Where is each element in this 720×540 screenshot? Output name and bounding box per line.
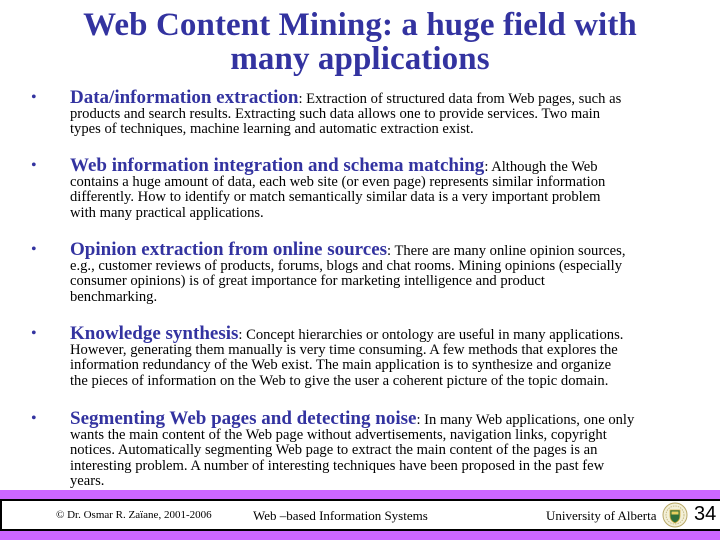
body-line: e.g., customer reviews of products, foru… [70, 258, 623, 274]
university-crest-icon [662, 502, 688, 528]
bullet-body: contains a huge amount of data, each web… [70, 174, 710, 221]
body-line: interesting problem. A number of interes… [70, 457, 605, 474]
bullet-body: However, generating them manually is ver… [70, 342, 710, 389]
slide-title: Web Content Mining: a huge field with ma… [0, 8, 720, 76]
body-line: contains a huge amount of data, each web… [70, 174, 606, 190]
bullet-lead: : In many Web applications, one only [416, 412, 635, 428]
page-number: 34 [694, 503, 717, 525]
body-line: However, generating them manually is ver… [70, 342, 618, 358]
body-line: products and search results. Extracting … [70, 106, 601, 122]
bullet-lead: : Although the Web [484, 159, 598, 175]
bullet-lead: : Extraction of structured data from Web… [298, 91, 622, 107]
footer-university: University of Alberta [546, 508, 657, 523]
bullet-dot-icon: • [31, 325, 37, 342]
bullet-heading: Knowledge synthesis [70, 323, 239, 344]
bullet-dot-icon: • [31, 157, 37, 174]
bullet-heading: Segmenting Web pages and detecting noise [70, 408, 417, 429]
bullet-body: wants the main content of the Web page w… [70, 427, 710, 489]
footer-bottom-bar [0, 529, 720, 540]
body-line: with many practical applications. [70, 204, 264, 221]
bullet-lead: : There are many online opinion sources, [387, 243, 626, 259]
footer-copyright: © Dr. Osmar R. Zaïane, 2001-2006 [56, 509, 212, 521]
bullet-heading: Web information integration and schema m… [70, 155, 485, 176]
body-line: wants the main content of the Web page w… [70, 427, 607, 443]
body-line: information redundancy of the Web exist.… [70, 357, 612, 374]
bullet-dot-icon: • [31, 89, 37, 106]
bullet-heading: Data/information extraction [70, 87, 299, 108]
body-line: the pieces of information on the Web to … [70, 372, 609, 389]
slide-footer: © Dr. Osmar R. Zaïane, 2001-2006 Web –ba… [0, 490, 720, 540]
bullet-body: products and search results. Extracting … [70, 106, 710, 138]
body-line: notices. Automatically segmenting Web pa… [70, 442, 598, 459]
title-line-2: many applications [230, 41, 490, 77]
body-line: differently. How to identify or match se… [70, 189, 601, 206]
footer-top-bar [0, 490, 720, 501]
bullet-dot-icon: • [31, 410, 37, 427]
body-line: benchmarking. [70, 288, 158, 305]
bullet-dot-icon: • [31, 241, 37, 258]
body-line: years. [70, 472, 105, 489]
footer-course-name: Web –based Information Systems [253, 508, 428, 523]
bullet-heading: Opinion extraction from online sources [70, 239, 388, 260]
bullet-lead: : Concept hierarchies or ontology are us… [238, 327, 624, 343]
title-line-1: Web Content Mining: a huge field with [83, 7, 637, 43]
body-line: types of techniques, machine learning an… [70, 121, 474, 138]
body-line: consumer opinions) is of great importanc… [70, 273, 545, 290]
bullet-body: e.g., customer reviews of products, foru… [70, 258, 710, 305]
